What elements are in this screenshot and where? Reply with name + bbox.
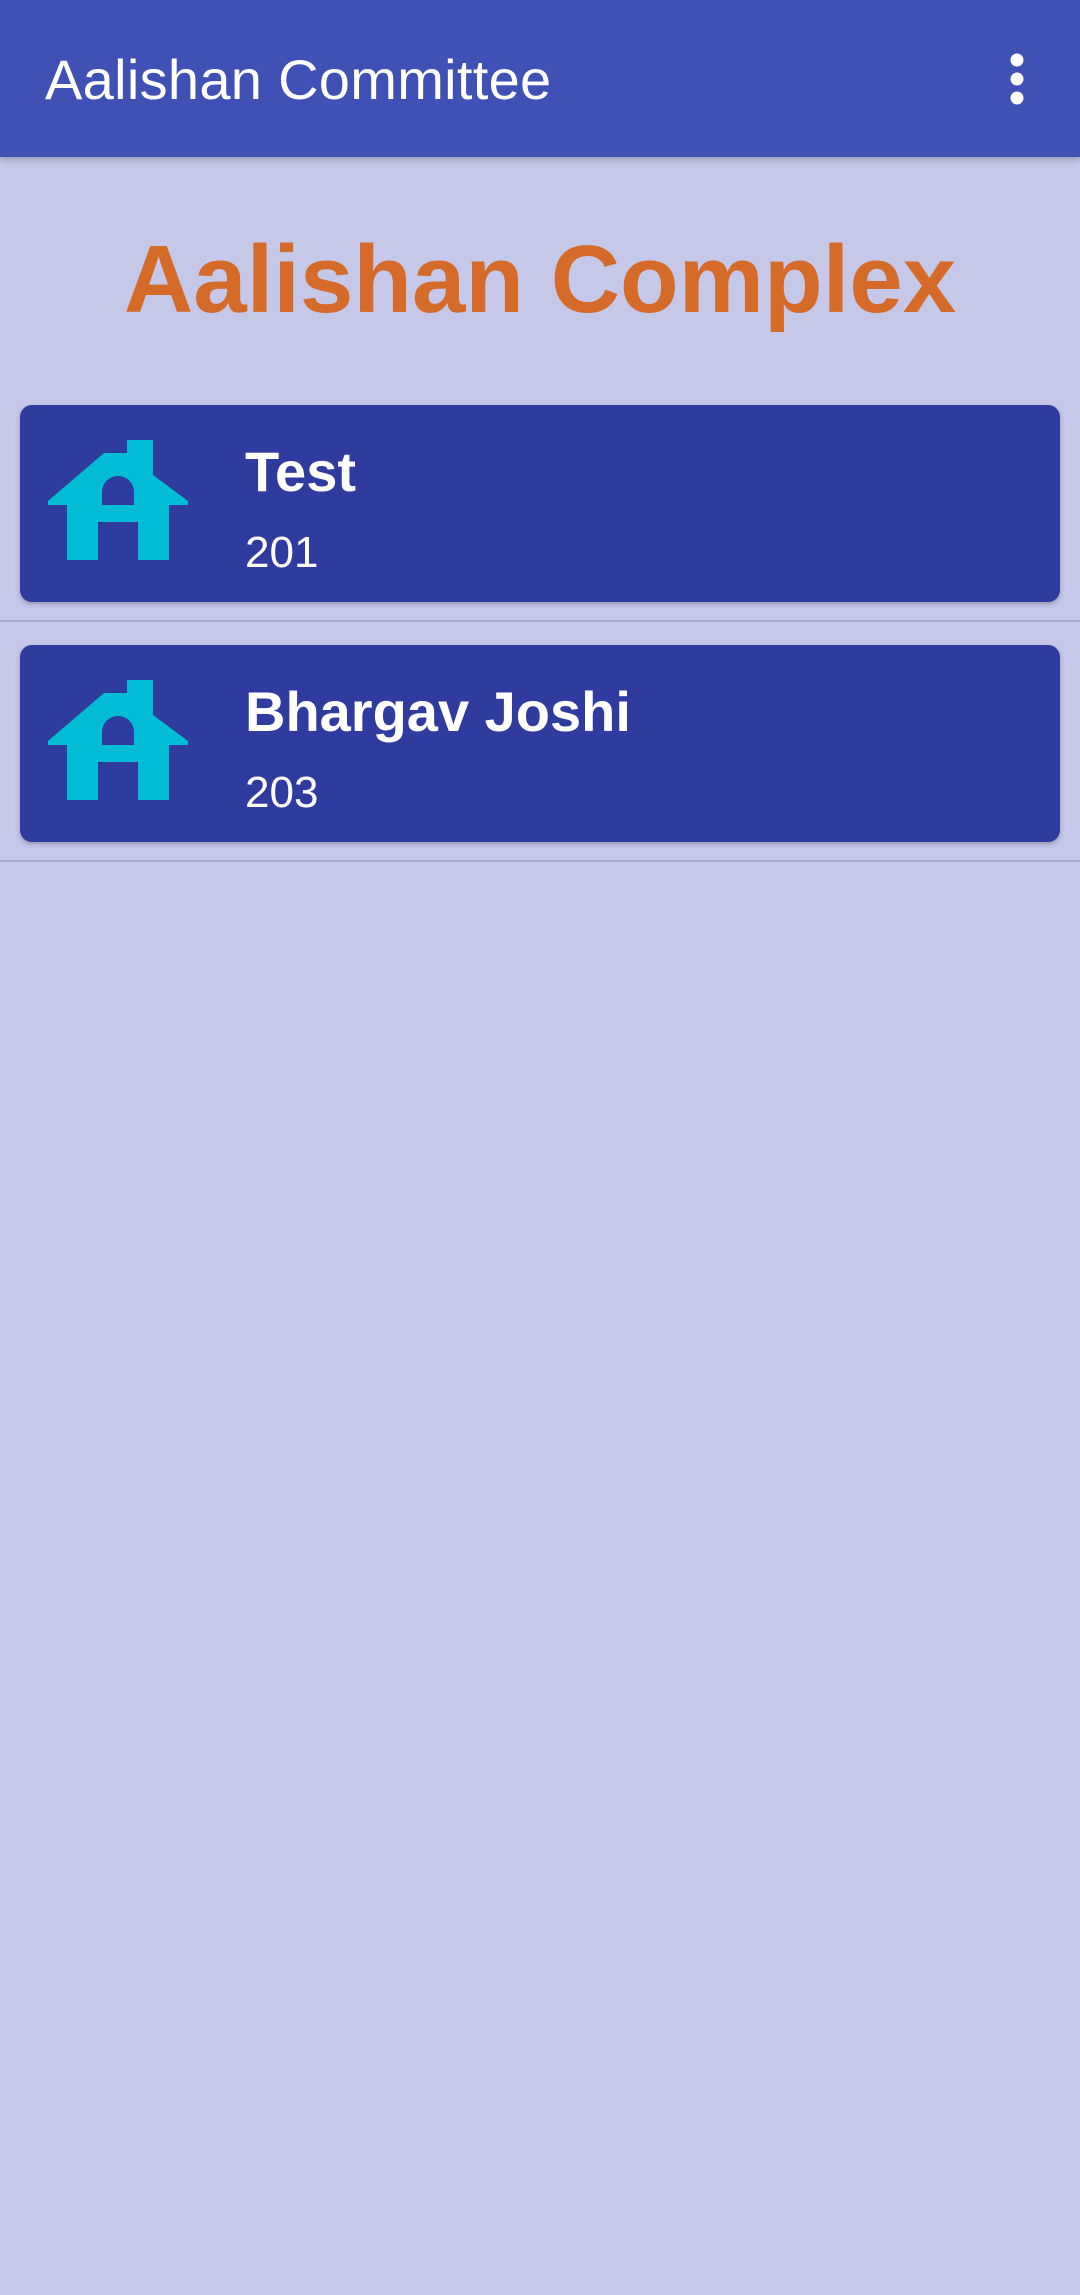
member-list: Test 201 Bhargav Joshi 203 [0, 382, 1080, 862]
app-bar: Aalishan Committee [0, 0, 1080, 157]
app-title: Aalishan Committee [45, 48, 552, 111]
flat-number: 201 [245, 528, 319, 577]
member-name: Test [245, 440, 356, 503]
more-options-button[interactable] [954, 0, 1080, 157]
list-item: Bhargav Joshi 203 [0, 622, 1080, 862]
flat-number: 203 [245, 768, 319, 817]
house-icon [48, 680, 188, 800]
more-vert-icon [1010, 53, 1024, 104]
member-card[interactable]: Test 201 [20, 405, 1060, 602]
member-card[interactable]: Bhargav Joshi 203 [20, 645, 1060, 842]
house-icon [48, 440, 188, 560]
list-item: Test 201 [0, 382, 1080, 622]
society-title: Aalishan Complex [123, 226, 957, 333]
member-name: Bhargav Joshi [245, 680, 631, 743]
